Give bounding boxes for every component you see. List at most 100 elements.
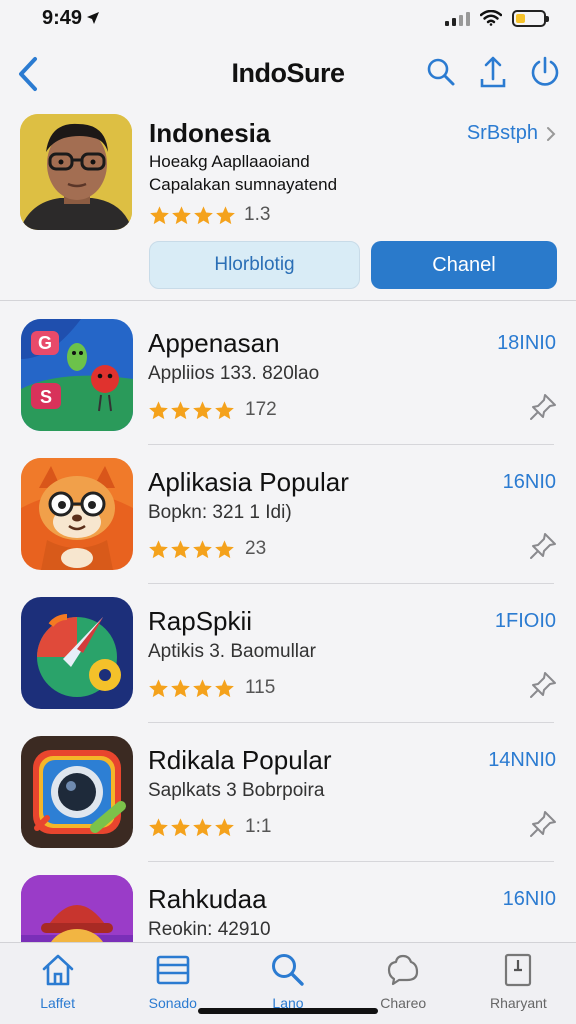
nav-actions	[424, 52, 562, 92]
star-icon	[149, 400, 168, 419]
tab-label: Laffet	[40, 995, 75, 1011]
primary-button[interactable]: Chanel	[371, 241, 557, 289]
app-rating-value: 1:1	[245, 816, 272, 837]
pin-icon[interactable]	[528, 670, 558, 700]
star-rating	[148, 400, 235, 421]
app-name: Rdikala Popular	[148, 745, 332, 775]
book-icon	[505, 953, 532, 987]
app-price[interactable]: 16NI0	[503, 888, 556, 911]
featured-desc-line1: Hoeakg Aapllaaoiand	[149, 152, 310, 171]
app-list: G S Appenasan 18INI0 Appliios 133. 820la…	[0, 306, 576, 1001]
featured-rating-value: 1.3	[244, 204, 271, 225]
navigation-bar: IndoSure	[0, 44, 576, 102]
status-time: 9:49	[42, 7, 100, 30]
app-price[interactable]: 18INI0	[497, 332, 556, 355]
power-button[interactable]	[528, 52, 562, 92]
star-icon	[193, 400, 212, 419]
star-icon	[171, 539, 190, 558]
featured-title: Indonesia	[149, 118, 271, 148]
app-price[interactable]: 1FIOI0	[495, 610, 556, 633]
tiger-character-icon	[21, 458, 133, 570]
star-icon	[149, 539, 168, 558]
app-icon-compass	[21, 597, 133, 709]
star-rating	[149, 205, 236, 226]
status-indicators	[445, 9, 549, 27]
wifi-icon	[480, 10, 502, 26]
search-icon	[272, 954, 304, 986]
tab-label: Sonado	[148, 995, 197, 1011]
secondary-button[interactable]: Hlorblotig	[149, 241, 360, 289]
cellular-signal-icon	[445, 10, 470, 26]
app-rating-value: 23	[245, 538, 267, 559]
star-icon	[171, 400, 190, 419]
pin-icon[interactable]	[528, 809, 558, 839]
tab-home[interactable]: Laffet	[0, 943, 115, 1024]
star-rating	[148, 539, 235, 560]
featured-section: Indonesia SrBstph Hoeakg Aapllaaoiand Ca…	[0, 108, 576, 298]
share-button[interactable]	[476, 52, 510, 92]
app-price[interactable]: 16NI0	[503, 471, 556, 494]
star-icon	[215, 678, 234, 697]
app-subtitle: Reokin: 42910	[148, 919, 271, 940]
pin-icon[interactable]	[528, 392, 558, 422]
tab-label: Chareo	[380, 995, 427, 1011]
star-icon	[193, 539, 212, 558]
app-name: RapSpkii	[148, 606, 253, 636]
svg-text:S: S	[40, 387, 52, 407]
star-icon	[194, 205, 213, 224]
section-divider	[0, 300, 576, 301]
search-button[interactable]	[424, 52, 458, 92]
list-item[interactable]: G S Appenasan 18INI0 Appliios 133. 820la…	[0, 306, 576, 445]
status-time-text: 9:49	[42, 6, 83, 29]
home-indicator	[198, 1008, 378, 1014]
app-rating: 172	[148, 399, 277, 421]
star-icon	[215, 539, 234, 558]
featured-link[interactable]: SrBstph	[467, 122, 556, 145]
share-icon	[480, 56, 506, 88]
battery-icon	[512, 9, 549, 27]
camera-lens-icon	[21, 736, 133, 848]
power-icon	[531, 56, 559, 86]
location-arrow-icon	[87, 12, 100, 24]
tab-library[interactable]: Rharyant	[461, 943, 576, 1024]
back-button[interactable]	[10, 52, 46, 96]
star-rating	[148, 817, 235, 838]
search-icon	[427, 58, 455, 86]
app-subtitle: Bopkn: 321 1 Idi)	[148, 502, 292, 523]
app-rating: 115	[148, 677, 275, 699]
person-portrait-icon	[20, 114, 132, 230]
app-name: Appenasan	[148, 328, 280, 358]
list-icon	[156, 955, 190, 985]
app-icon-tiger	[21, 458, 133, 570]
chat-icon	[388, 954, 419, 986]
star-icon	[171, 678, 190, 697]
svg-text:G: G	[38, 333, 52, 353]
tab-label: Rharyant	[490, 995, 547, 1011]
status-bar: 9:49	[0, 0, 576, 36]
list-item[interactable]: Aplikasia Popular 16NI0 Bopkn: 321 1 Idi…	[0, 445, 576, 584]
app-rating: 1:1	[148, 816, 271, 838]
home-icon	[42, 954, 73, 986]
star-icon	[193, 817, 212, 836]
featured-link-label: SrBstph	[466, 122, 538, 144]
app-rating: 23	[148, 538, 266, 560]
star-icon	[216, 205, 235, 224]
list-item[interactable]: RapSpkii 1FIOI0 Aptikis 3. Baomullar 115	[0, 584, 576, 723]
compass-icon	[21, 597, 133, 709]
star-icon	[150, 205, 169, 224]
star-icon	[149, 678, 168, 697]
app-subtitle: Aptikis 3. Baomullar	[148, 641, 316, 662]
app-rating-value: 115	[245, 677, 276, 698]
app-rating-value: 172	[245, 399, 277, 420]
chevron-right-icon	[547, 126, 556, 141]
list-item[interactable]: Rdikala Popular 14NNI0 Saplkats 3 Bobrpo…	[0, 723, 576, 862]
featured-avatar[interactable]	[20, 114, 132, 230]
star-icon	[172, 205, 191, 224]
game-characters-icon: G S	[21, 319, 133, 431]
chevron-left-icon	[19, 57, 37, 91]
star-rating	[148, 678, 235, 699]
star-icon	[171, 817, 190, 836]
pin-icon[interactable]	[528, 531, 558, 561]
app-price[interactable]: 14NNI0	[488, 749, 556, 772]
star-icon	[149, 817, 168, 836]
